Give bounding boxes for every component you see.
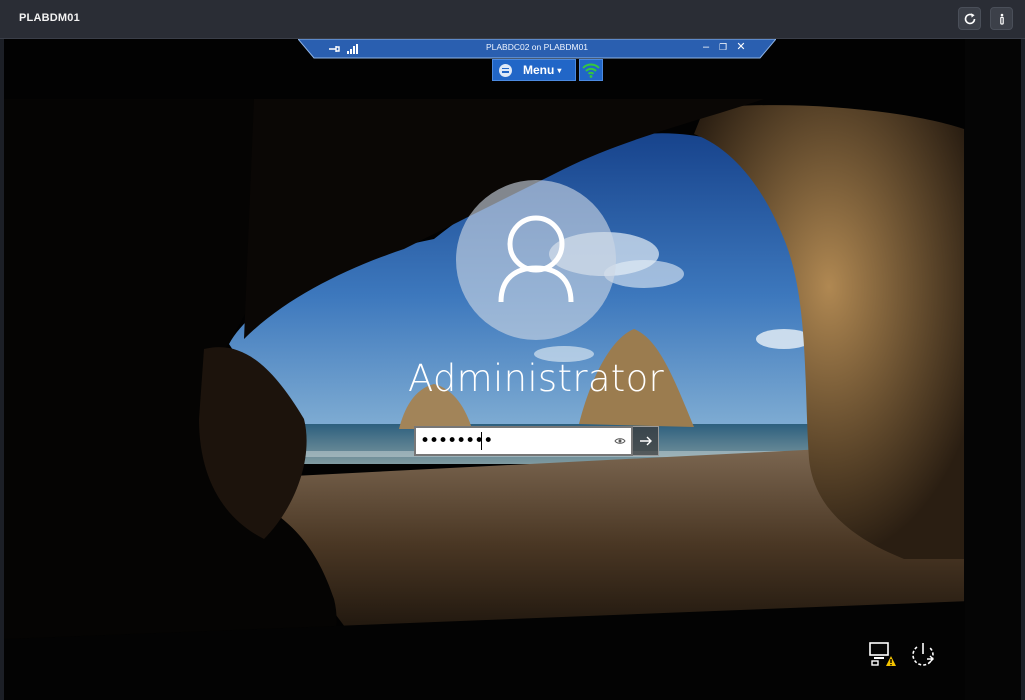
rdp-connection-bar[interactable]: PLABDC02 on PLABDM01 – ❐ ✕ bbox=[298, 39, 776, 59]
remote-desktop-viewport[interactable]: PLABDC02 on PLABDM01 – ❐ ✕ Menu ▾ Admini… bbox=[4, 39, 1021, 700]
menu-label: Menu bbox=[523, 63, 555, 77]
host-name: PLABDM01 bbox=[19, 12, 80, 24]
menu-button[interactable]: Menu ▾ bbox=[492, 59, 576, 81]
wifi-icon bbox=[582, 63, 600, 78]
refresh-icon bbox=[964, 12, 975, 24]
text-caret bbox=[481, 432, 482, 450]
chevron-down-icon: ▾ bbox=[557, 65, 562, 75]
password-row: •••••••• bbox=[414, 426, 659, 456]
user-avatar bbox=[456, 180, 616, 340]
user-icon bbox=[498, 215, 574, 303]
network-warning-icon[interactable] bbox=[868, 639, 898, 669]
eye-icon[interactable] bbox=[614, 434, 626, 448]
close-icon[interactable]: ✕ bbox=[735, 40, 747, 54]
info-icon bbox=[999, 13, 1004, 25]
refresh-button[interactable] bbox=[958, 7, 981, 30]
username-label: Administrator bbox=[407, 357, 665, 400]
host-toolbar: PLABDM01 bbox=[0, 0, 1025, 39]
minimize-icon[interactable]: – bbox=[700, 40, 712, 54]
restore-icon[interactable]: ❐ bbox=[717, 40, 729, 54]
remote-screen-margin bbox=[965, 39, 1021, 700]
power-icon[interactable] bbox=[908, 639, 938, 669]
connection-status-button[interactable] bbox=[579, 59, 603, 81]
password-field[interactable]: •••••••• bbox=[414, 426, 633, 456]
arrow-right-icon bbox=[639, 436, 652, 446]
menu-list-icon bbox=[499, 63, 512, 77]
submit-button[interactable] bbox=[633, 426, 659, 456]
info-button[interactable] bbox=[990, 7, 1013, 30]
